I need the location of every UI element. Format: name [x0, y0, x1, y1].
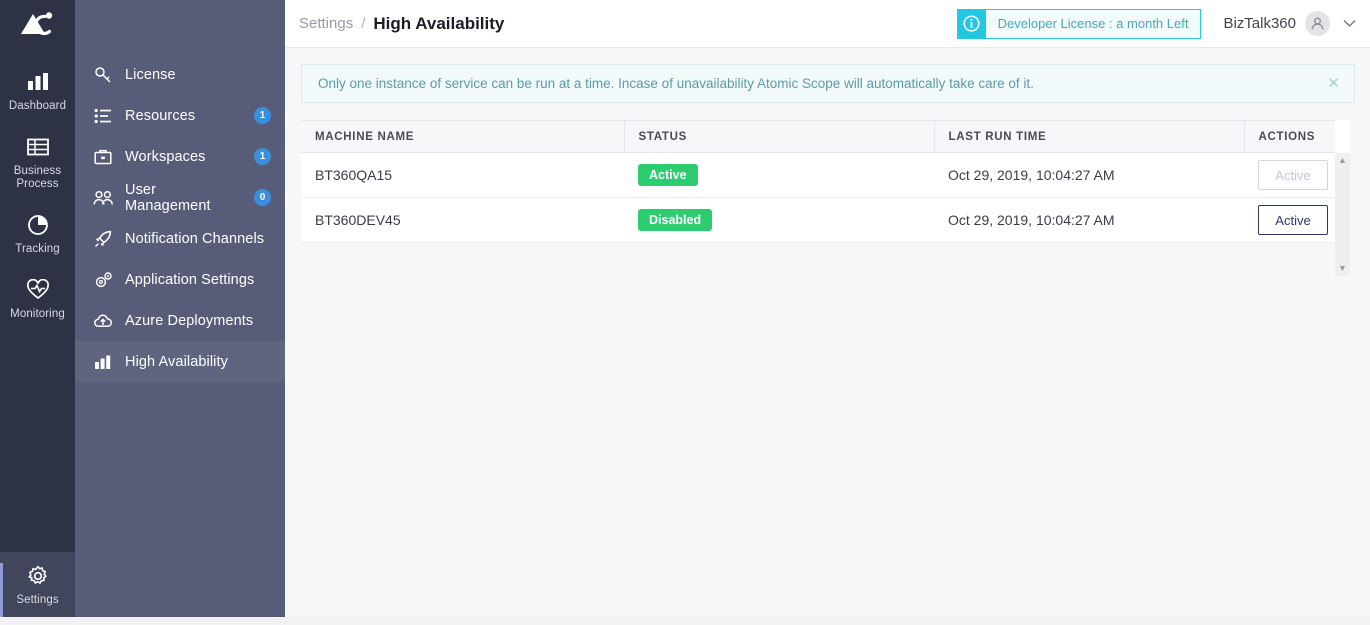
- cell-status: Active: [624, 152, 934, 198]
- sidebar-item-high-availability[interactable]: High Availability: [75, 341, 285, 382]
- rail-item-label: Business Process: [13, 165, 62, 190]
- sidebar-badge: 1: [254, 148, 271, 165]
- bottom-scroll-strip: [0, 617, 1370, 625]
- rail-item-label: Tracking: [15, 243, 60, 255]
- sidebar-item-label: Workspaces: [125, 148, 206, 165]
- cell-actions: Active: [1244, 152, 1335, 198]
- cell-machine-name: BT360QA15: [301, 152, 624, 198]
- user-avatar-icon: [1310, 16, 1325, 31]
- rocket-icon: [93, 229, 113, 249]
- sidebar-badge: 1: [254, 107, 271, 124]
- machines-table: MACHINE NAME STATUS LAST RUN TIME ACTION…: [301, 120, 1335, 243]
- breadcrumb-separator: /: [361, 15, 366, 32]
- atomic-scope-logo-icon: [18, 10, 58, 38]
- rail-item-business-process[interactable]: Business Process: [0, 123, 75, 201]
- info-circle-icon: [957, 9, 986, 38]
- main-area: Settings / High Availability Developer L…: [285, 0, 1370, 625]
- column-header-last-run-time: LAST RUN TIME: [934, 120, 1245, 153]
- avatar[interactable]: [1305, 11, 1330, 36]
- sidebar-item-workspaces[interactable]: Workspaces 1: [75, 136, 285, 177]
- chevron-down-icon[interactable]: [1342, 17, 1356, 31]
- sidebar-item-label: License: [125, 66, 176, 83]
- sidebar-item-label: Azure Deployments: [125, 312, 254, 329]
- breadcrumb-parent[interactable]: Settings: [299, 15, 353, 32]
- triangle-up-icon[interactable]: ▲: [1338, 156, 1347, 165]
- heart-pulse-icon: [25, 277, 51, 303]
- gear-icon: [25, 563, 51, 589]
- cell-actions: Active: [1244, 197, 1335, 243]
- column-header-actions: ACTIONS: [1244, 120, 1335, 153]
- license-badge[interactable]: Developer License : a month Left: [956, 8, 1202, 39]
- app-root: Dashboard Business Process Tracking Moni…: [0, 0, 1370, 625]
- sidebar-item-resources[interactable]: Resources 1: [75, 95, 285, 136]
- page-title: High Availability: [373, 13, 505, 33]
- bar-chart-icon: [25, 69, 51, 95]
- rail-item-tracking[interactable]: Tracking: [0, 201, 75, 266]
- gears-icon: [93, 270, 113, 290]
- settings-sidebar: License Resources 1 Workspaces 1 User Ma…: [75, 0, 285, 625]
- sidebar-badge: 0: [254, 189, 271, 206]
- briefcase-icon: [93, 147, 113, 167]
- activate-button[interactable]: Active: [1258, 205, 1328, 235]
- license-label: Developer License : a month Left: [985, 9, 1201, 38]
- pie-chart-icon: [25, 212, 51, 238]
- user-name: BizTalk360: [1223, 15, 1296, 32]
- bar-chart-icon: [93, 352, 113, 372]
- primary-nav-rail: Dashboard Business Process Tracking Moni…: [0, 0, 75, 625]
- table-scrollbar[interactable]: ▲ ▼: [1335, 153, 1350, 276]
- users-icon: [93, 188, 113, 208]
- cell-status: Disabled: [624, 197, 934, 243]
- sidebar-item-label: Application Settings: [125, 271, 255, 288]
- sidebar-item-list: License Resources 1 Workspaces 1 User Ma…: [75, 48, 285, 382]
- rail-item-label: Monitoring: [10, 308, 65, 320]
- table-row: BT360DEV45 Disabled Oct 29, 2019, 10:04:…: [301, 197, 1335, 243]
- rail-item-dashboard[interactable]: Dashboard: [0, 58, 75, 123]
- table-grid-icon: [25, 134, 51, 160]
- info-notice-banner: Only one instance of service can be run …: [301, 64, 1355, 103]
- rail-item-label: Dashboard: [8, 100, 67, 112]
- status-badge: Active: [638, 164, 698, 186]
- cell-last-run-time: Oct 29, 2019, 10:04:27 AM: [934, 197, 1244, 243]
- table-row: BT360QA15 Active Oct 29, 2019, 10:04:27 …: [301, 152, 1335, 198]
- rail-item-list: Dashboard Business Process Tracking Moni…: [0, 48, 75, 331]
- triangle-down-icon[interactable]: ▼: [1338, 264, 1347, 273]
- rail-item-settings[interactable]: Settings: [0, 552, 75, 625]
- content-area: Only one instance of service can be run …: [285, 48, 1370, 625]
- sidebar-item-azure-deployments[interactable]: Azure Deployments: [75, 300, 285, 341]
- activate-button: Active: [1258, 160, 1328, 190]
- sidebar-item-license[interactable]: License: [75, 54, 285, 95]
- status-badge: Disabled: [638, 209, 713, 231]
- column-header-machine-name: MACHINE NAME: [301, 120, 625, 153]
- top-header: Settings / High Availability Developer L…: [285, 0, 1370, 48]
- sidebar-item-notification-channels[interactable]: Notification Channels: [75, 218, 285, 259]
- sidebar-item-label: Notification Channels: [125, 230, 265, 247]
- key-icon: [93, 65, 113, 85]
- rail-item-monitoring[interactable]: Monitoring: [0, 266, 75, 331]
- column-header-status: STATUS: [624, 120, 935, 153]
- app-logo[interactable]: [0, 0, 75, 48]
- header-right-group: Developer License : a month Left BizTalk…: [956, 8, 1356, 39]
- close-icon[interactable]: ✕: [1327, 76, 1340, 91]
- sidebar-item-user-management[interactable]: User Management 0: [75, 177, 285, 218]
- sidebar-item-label: User Management: [125, 181, 211, 214]
- table-header-row: MACHINE NAME STATUS LAST RUN TIME ACTION…: [301, 120, 1335, 153]
- machines-table-wrapper: MACHINE NAME STATUS LAST RUN TIME ACTION…: [301, 120, 1350, 276]
- rail-item-label: Settings: [16, 594, 59, 606]
- sidebar-item-label: Resources: [125, 107, 196, 124]
- list-icon: [93, 106, 113, 126]
- cell-last-run-time: Oct 29, 2019, 10:04:27 AM: [934, 152, 1244, 198]
- rail-bottom-group: Settings: [0, 552, 75, 625]
- notice-text: Only one instance of service can be run …: [318, 76, 1034, 91]
- sidebar-item-label: High Availability: [125, 353, 228, 370]
- cloud-upload-icon: [93, 311, 113, 331]
- cell-machine-name: BT360DEV45: [301, 197, 624, 243]
- sidebar-item-application-settings[interactable]: Application Settings: [75, 259, 285, 300]
